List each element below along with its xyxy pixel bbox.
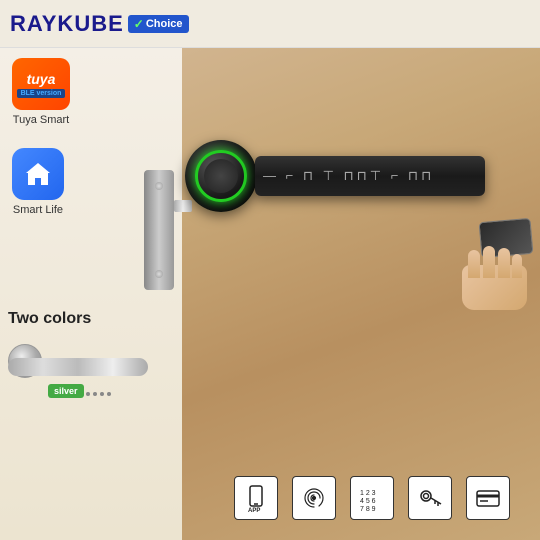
keypad-svg-icon: 1 2 3 4 5 6 7 8 9 — [358, 484, 386, 512]
fingerprint-icon — [204, 159, 238, 193]
choice-badge: ✓ Choice — [128, 15, 189, 33]
silver-dot — [86, 392, 90, 396]
tuya-label: Tuya Smart — [12, 114, 70, 126]
lock-circle — [185, 140, 257, 212]
keypad-icon-box: 1 2 3 4 5 6 7 8 9 — [350, 476, 394, 520]
fingerprint-icon-box — [292, 476, 336, 520]
bottom-icons: APP 1 2 3 4 5 6 7 8 9 — [234, 476, 510, 520]
silver-badge: silver — [48, 384, 84, 398]
silver-dot — [107, 392, 111, 396]
tuya-section: tuya BLE version Tuya Smart — [12, 58, 70, 126]
key-icon-box — [408, 476, 452, 520]
svg-text:7 8 9: 7 8 9 — [360, 506, 376, 512]
smartlife-section: Smart Life — [12, 148, 64, 216]
brand-logo: RAYKUBE ✓ Choice — [10, 11, 189, 37]
silver-dot — [100, 392, 104, 396]
card-icon-box — [466, 476, 510, 520]
smartlife-icon — [12, 148, 64, 200]
choice-check-icon: ✓ — [134, 17, 144, 31]
tuya-logo-box: tuya BLE version — [12, 58, 70, 110]
hand-prop — [462, 250, 532, 310]
main-lock: — ⌐ ⊓ ⊤ ⊓⊓⊤ ⌐ ⊓⊓ — [185, 140, 485, 212]
header-bar: RAYKUBE ✓ Choice — [0, 0, 540, 48]
fingerprint-svg-icon — [300, 484, 328, 512]
lock-bar-symbols: — ⌐ ⊓ ⊤ ⊓⊓⊤ ⌐ ⊓⊓ — [263, 168, 434, 184]
smartlife-label: Smart Life — [12, 204, 64, 216]
ble-badge: BLE version — [17, 89, 66, 98]
lock-screw-top — [155, 182, 163, 190]
two-colors-title: Two colors — [8, 310, 158, 328]
phone-icon: APP — [242, 484, 270, 512]
key-svg-icon — [416, 484, 444, 512]
lock-screw-bottom — [155, 270, 163, 278]
hand-with-card — [452, 220, 532, 310]
two-colors-section: Two colors silver — [8, 310, 158, 398]
home-icon — [23, 159, 53, 189]
choice-label: Choice — [146, 18, 183, 30]
silver-handle — [8, 358, 148, 376]
lock-hardware — [144, 170, 174, 290]
silver-lock: silver — [8, 336, 158, 398]
lock-plate — [144, 170, 174, 290]
svg-text:1 2 3: 1 2 3 — [360, 490, 376, 497]
brand-name: RAYKUBE — [10, 11, 124, 37]
lock-bar: — ⌐ ⊓ ⊤ ⊓⊓⊤ ⌐ ⊓⊓ — [255, 156, 485, 196]
svg-text:APP: APP — [248, 508, 260, 512]
app-icon-box: APP — [234, 476, 278, 520]
svg-text:4 5 6: 4 5 6 — [360, 498, 376, 505]
fingerprint-ring — [195, 150, 247, 202]
card-svg-icon — [474, 484, 502, 512]
tuya-text: tuya — [27, 71, 56, 87]
silver-dot — [93, 392, 97, 396]
